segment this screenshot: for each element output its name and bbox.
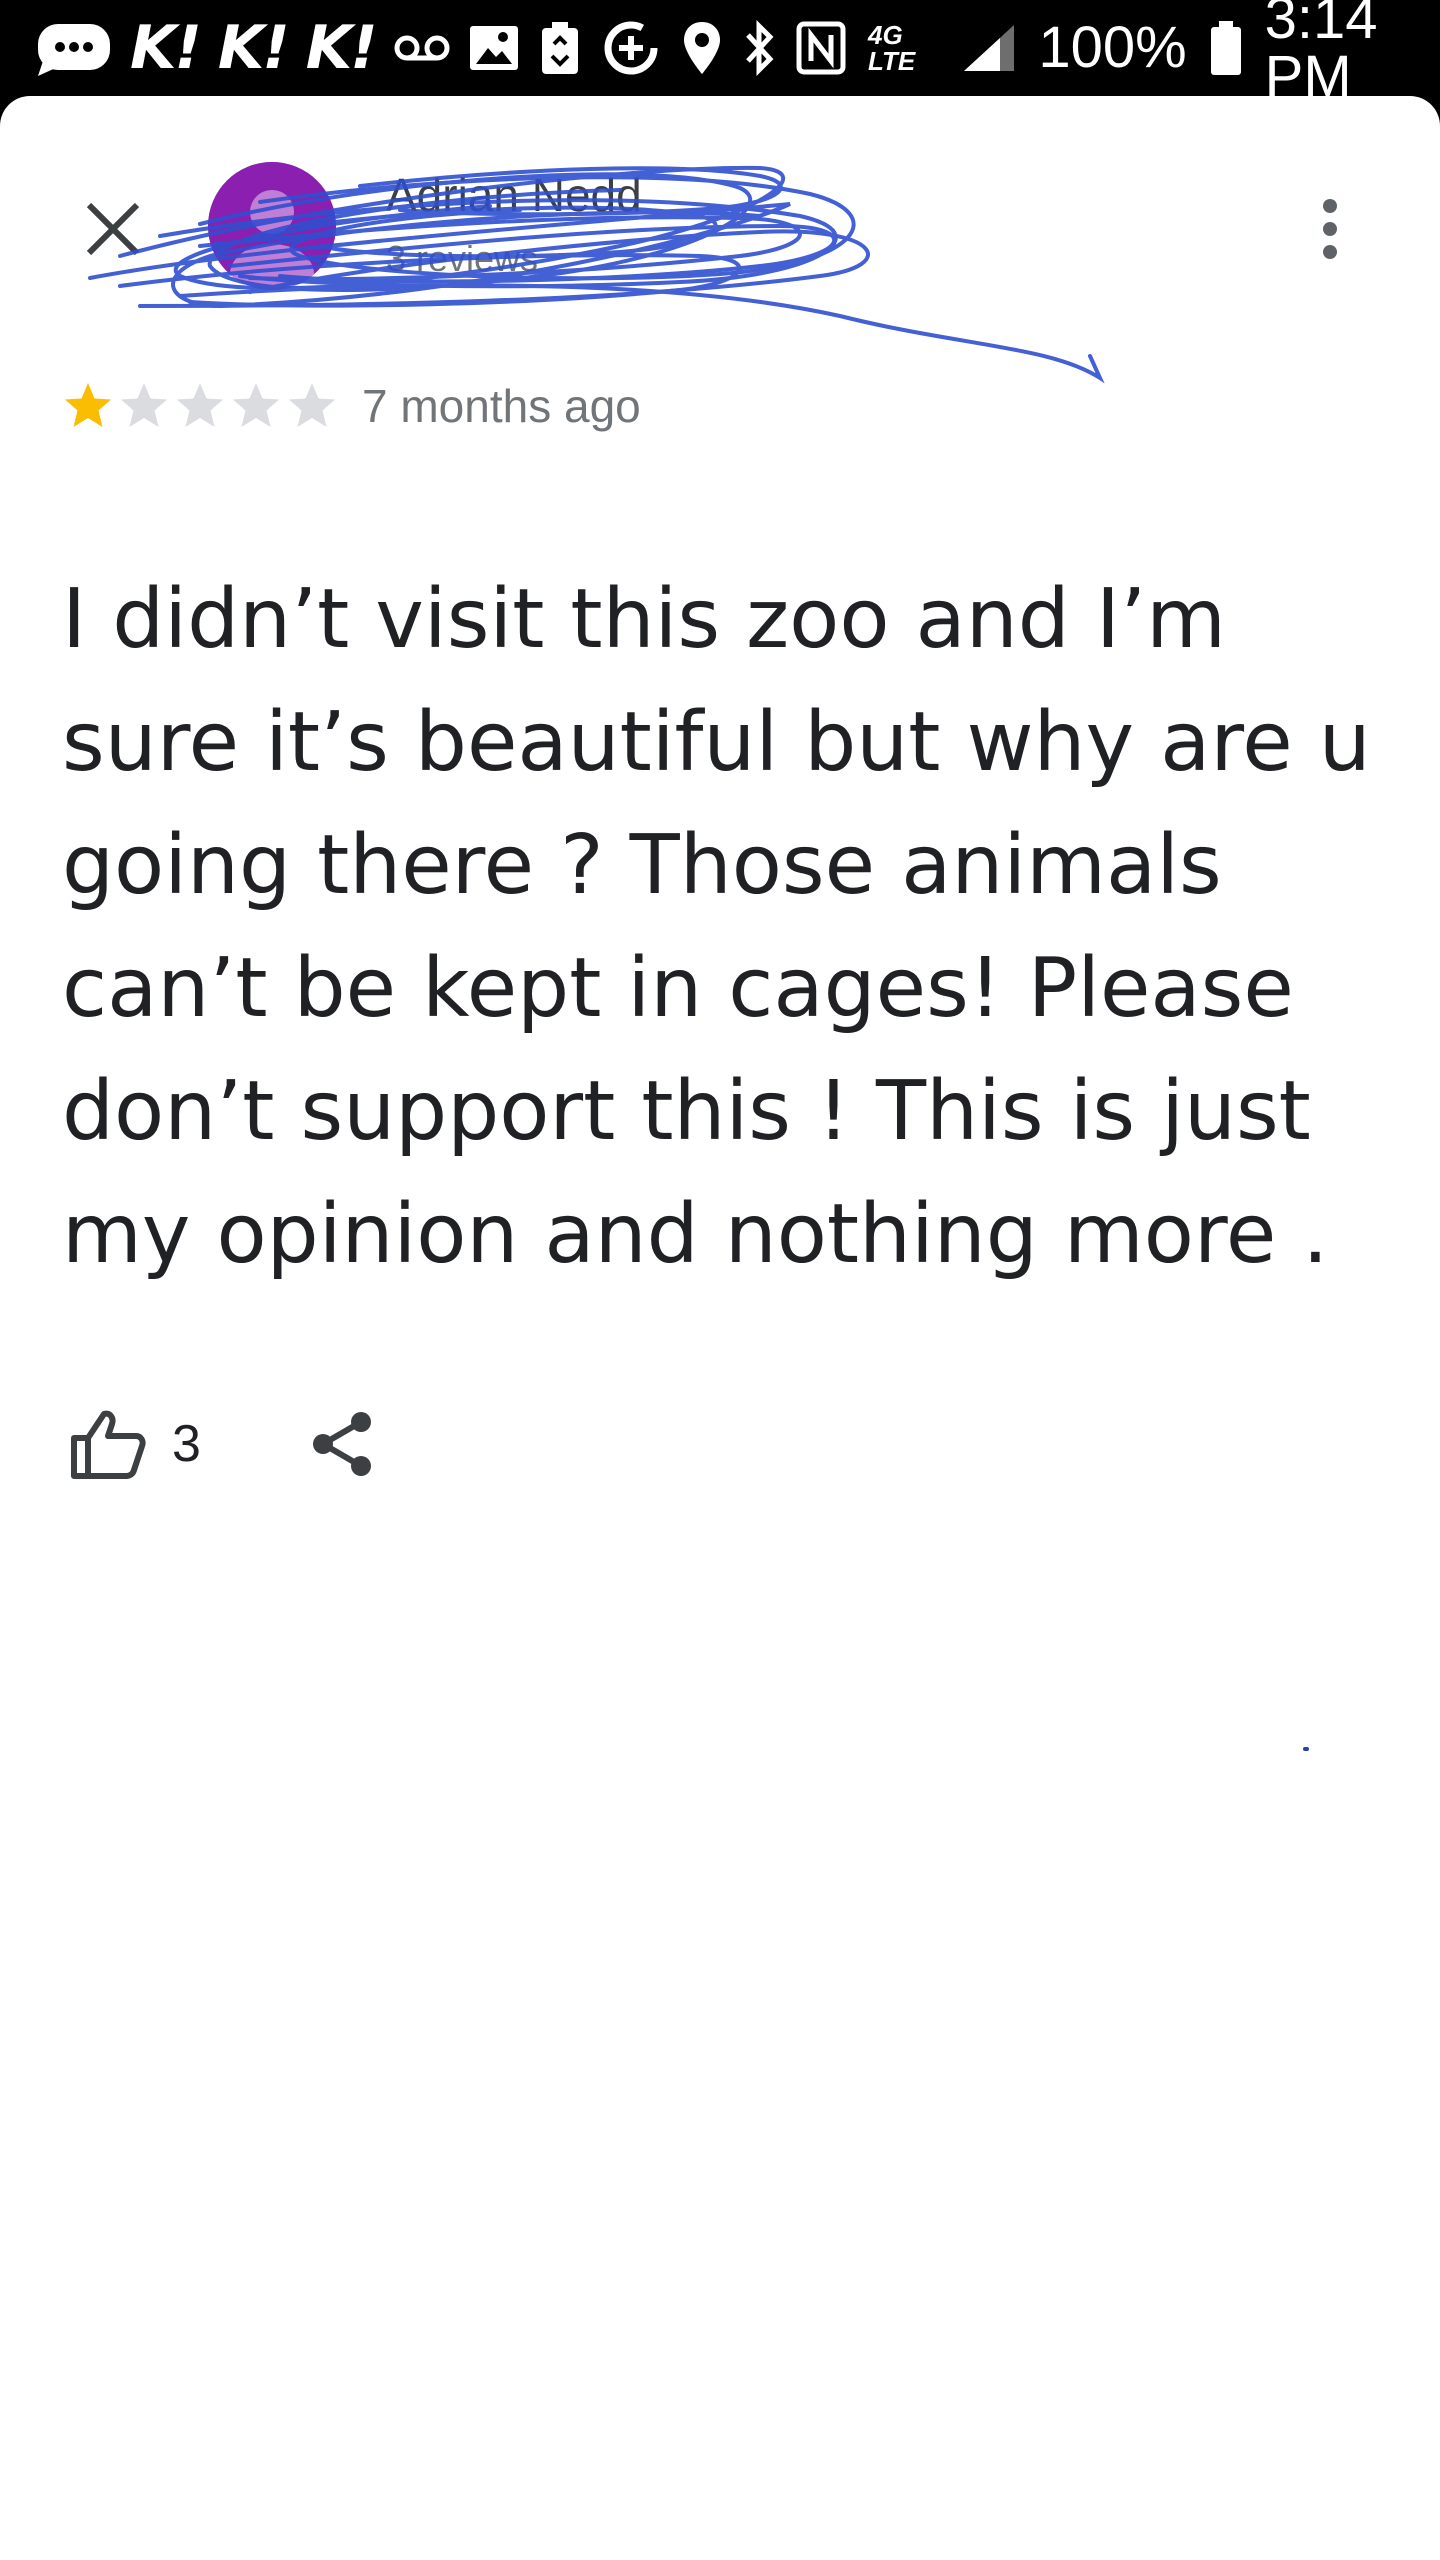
data-saver-icon xyxy=(602,19,660,77)
like-button[interactable]: 3 xyxy=(70,1408,201,1480)
battery-icon xyxy=(1209,19,1243,77)
star-rating xyxy=(62,380,338,432)
kik-icon: K! xyxy=(217,13,290,83)
thumb-up-icon xyxy=(71,1410,146,1479)
share-icon xyxy=(312,1412,371,1476)
review-text: I didn’t visit this zoo and I’m sure it’… xyxy=(62,572,1371,1282)
close-icon xyxy=(86,202,140,256)
avatar[interactable] xyxy=(208,162,336,290)
star-empty-icon xyxy=(177,383,223,427)
more-vert-icon xyxy=(1323,199,1337,259)
share-button[interactable] xyxy=(309,1410,375,1478)
like-count: 3 xyxy=(172,1415,201,1473)
clock: 3:14 PM xyxy=(1264,0,1378,109)
status-bar-notifications: K! K! K! xyxy=(36,0,520,96)
star-filled-icon xyxy=(65,383,111,427)
status-bar-system: 4G LTE 100% 3:14 PM xyxy=(540,0,1440,106)
more-options-button[interactable] xyxy=(1290,186,1370,272)
network-4g-lte-icon: 4G LTE xyxy=(868,20,916,76)
bluetooth-icon xyxy=(744,19,774,77)
star-empty-icon xyxy=(233,383,279,427)
signal-icon xyxy=(962,23,1016,73)
battery-percent: 100% xyxy=(1038,15,1187,80)
kik-icon: K! xyxy=(305,13,378,83)
location-icon xyxy=(682,20,722,76)
review-card: Adrian Nedd 3 reviews 7 months ago I did… xyxy=(0,96,1440,2560)
reviewer-name[interactable]: Adrian Nedd xyxy=(386,168,642,222)
stray-ink-dot xyxy=(1303,1747,1309,1751)
star-empty-icon xyxy=(289,383,335,427)
nfc-icon xyxy=(796,21,846,75)
rating-row: 7 months ago xyxy=(62,378,641,434)
reviewer-review-count: 3 reviews xyxy=(386,238,539,279)
screen: K! K! K! 4G LTE 100% 3:14 PM Adrian Nedd… xyxy=(0,0,1440,2560)
review-time: 7 months ago xyxy=(362,380,641,432)
status-bar: K! K! K! 4G LTE 100% 3:14 PM xyxy=(0,0,1440,106)
kik-icon: K! xyxy=(130,13,202,83)
voicemail-icon xyxy=(394,31,450,65)
battery-saver-icon xyxy=(540,20,580,76)
star-empty-icon xyxy=(121,383,167,427)
gallery-icon xyxy=(468,24,520,72)
close-button[interactable] xyxy=(70,186,156,272)
review-actions: 3 xyxy=(70,1396,375,1492)
message-bubble-icon xyxy=(36,18,112,78)
review-header: Adrian Nedd 3 reviews xyxy=(0,96,1440,384)
